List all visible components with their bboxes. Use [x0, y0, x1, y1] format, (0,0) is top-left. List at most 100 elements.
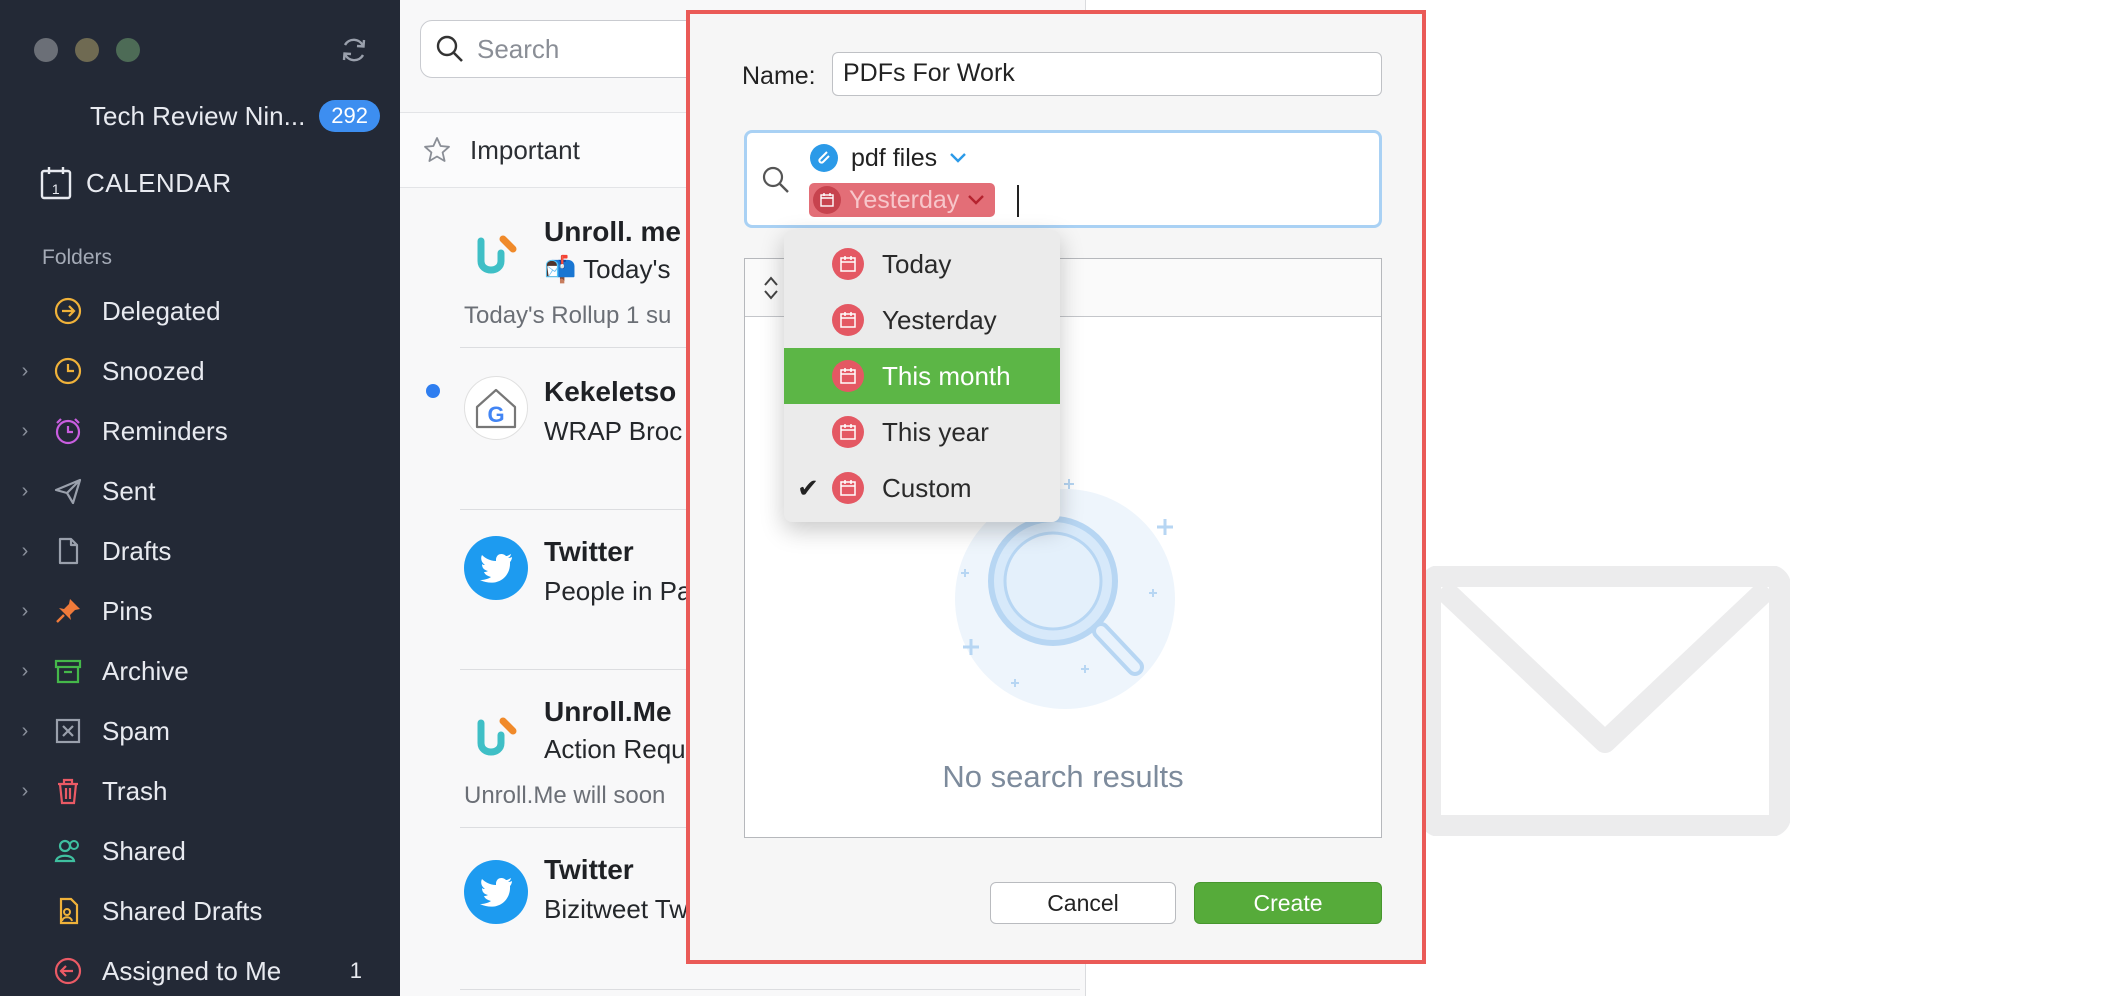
important-label: Important — [470, 134, 580, 165]
svg-text:G: G — [487, 402, 504, 427]
calendar-icon — [832, 248, 864, 280]
message-sender: Unroll. me — [544, 216, 681, 247]
sidebar-item-label: Snoozed — [102, 355, 205, 386]
unrollme-logo-icon — [464, 706, 528, 770]
calendar-icon — [832, 304, 864, 336]
sync-icon[interactable] — [338, 34, 370, 66]
menu-item-this-month[interactable]: This month — [784, 348, 1060, 404]
menu-item-label: This month — [882, 360, 1011, 391]
search-icon — [436, 35, 463, 62]
pin-icon — [50, 593, 86, 629]
token-label: Yesterday — [849, 185, 960, 214]
sidebar-item-snoozed[interactable]: › Snoozed — [0, 346, 400, 396]
calendar-icon — [832, 472, 864, 504]
message-sender: Twitter — [544, 854, 634, 885]
account-row[interactable]: Tech Review Nin... 292 — [90, 100, 380, 132]
message-subject: Action Requ — [544, 734, 686, 764]
sidebar-item-reminders[interactable]: › Reminders — [0, 406, 400, 456]
clock-icon — [50, 353, 86, 389]
sidebar-item-label: Assigned to Me — [102, 955, 282, 986]
sidebar-item-sent[interactable]: › Sent — [0, 466, 400, 516]
date-filter-token[interactable]: Yesterday — [809, 183, 996, 217]
message-preview: Unroll.Me will soon — [464, 782, 666, 809]
star-icon[interactable] — [422, 135, 452, 165]
assigned-count: 1 — [349, 958, 362, 983]
calendar-item[interactable]: 1 CALENDAR — [40, 166, 232, 200]
sidebar-item-label: Reminders — [102, 415, 228, 446]
sidebar-item-shared-drafts[interactable]: Shared Drafts — [0, 886, 400, 936]
folders-heading: Folders — [42, 246, 113, 269]
message-subject: People in Pa — [544, 576, 692, 606]
chevron-down-icon[interactable] — [967, 194, 985, 206]
calendar-label: CALENDAR — [86, 167, 232, 198]
shared-drafts-icon — [50, 893, 86, 929]
attachment-filter-token[interactable]: pdf files — [809, 143, 967, 173]
sidebar-item-drafts[interactable]: › Drafts — [0, 526, 400, 576]
sidebar-item-spam[interactable]: › Spam — [0, 706, 400, 756]
account-name: Tech Review Nin... — [90, 100, 306, 131]
chevron-right-icon[interactable]: › — [0, 540, 50, 563]
chevron-right-icon[interactable]: › — [0, 780, 50, 803]
search-icon — [762, 166, 789, 193]
chevron-down-icon[interactable] — [949, 152, 967, 164]
sidebar-item-shared[interactable]: Shared — [0, 826, 400, 876]
cancel-button[interactable]: Cancel — [990, 882, 1176, 924]
paperclip-icon — [810, 144, 838, 172]
svg-text:1: 1 — [52, 181, 60, 197]
checkmark-icon: ✔ — [797, 472, 819, 503]
alarm-icon — [50, 413, 86, 449]
calendar-icon — [832, 416, 864, 448]
sidebar-item-label: Sent — [102, 475, 156, 506]
message-preview: Today's Rollup 1 su — [464, 302, 672, 329]
chevron-right-icon[interactable]: › — [0, 360, 50, 383]
assigned-icon — [50, 953, 86, 989]
menu-item-today[interactable]: Today — [784, 236, 1060, 292]
token-label: pdf files — [851, 143, 938, 172]
chevron-right-icon[interactable]: › — [0, 720, 50, 743]
envelope-icon — [1420, 566, 1790, 836]
create-button[interactable]: Create — [1194, 882, 1382, 924]
sort-icon[interactable] — [763, 275, 779, 301]
sidebar-item-pins[interactable]: › Pins — [0, 586, 400, 636]
menu-item-label: This year — [882, 416, 989, 447]
chevron-right-icon[interactable]: › — [0, 420, 50, 443]
sidebar-item-assigned-to-me[interactable]: Assigned to Me 1 — [0, 946, 400, 996]
menu-item-this-year[interactable]: This year — [784, 404, 1060, 460]
chevron-right-icon[interactable]: › — [0, 660, 50, 683]
date-range-menu: Today Yesterday This month This year ✔ C… — [784, 230, 1060, 522]
message-sender: Unroll.Me — [544, 696, 672, 727]
name-field[interactable]: PDFs For Work — [832, 52, 1382, 96]
google-logo-icon: G — [464, 376, 528, 440]
archive-box-icon — [50, 653, 86, 689]
sidebar-item-trash[interactable]: › Trash — [0, 766, 400, 816]
name-label: Name: — [742, 62, 816, 90]
paper-plane-icon — [50, 473, 86, 509]
calendar-icon — [813, 186, 841, 214]
close-window-button[interactable] — [34, 38, 58, 62]
sidebar-item-label: Pins — [102, 595, 153, 626]
unread-indicator — [426, 384, 440, 398]
minimize-window-button[interactable] — [75, 38, 99, 62]
sidebar-item-delegated[interactable]: Delegated — [0, 286, 400, 336]
trash-icon — [50, 773, 86, 809]
menu-item-yesterday[interactable]: Yesterday — [784, 292, 1060, 348]
chevron-right-icon[interactable]: › — [0, 480, 50, 503]
calendar-icon — [832, 360, 864, 392]
menu-item-label: Custom — [882, 472, 972, 503]
sidebar-item-label: Delegated — [102, 295, 221, 326]
search-input[interactable]: Search — [420, 20, 720, 78]
twitter-logo-icon — [464, 860, 528, 924]
people-icon — [50, 833, 86, 869]
message-subject: 📬 Today's — [544, 254, 671, 284]
search-query-field[interactable]: pdf files Yesterday — [744, 130, 1382, 228]
zoom-window-button[interactable] — [116, 38, 140, 62]
sidebar-item-label: Trash — [102, 775, 168, 806]
delegated-icon — [50, 293, 86, 329]
search-placeholder: Search — [477, 33, 560, 64]
sidebar-item-label: Shared Drafts — [102, 895, 263, 926]
message-sender: Twitter — [544, 536, 634, 567]
sidebar-item-archive[interactable]: › Archive — [0, 646, 400, 696]
menu-item-label: Today — [882, 248, 952, 279]
chevron-right-icon[interactable]: › — [0, 600, 50, 623]
menu-item-custom[interactable]: ✔ Custom — [784, 460, 1060, 516]
